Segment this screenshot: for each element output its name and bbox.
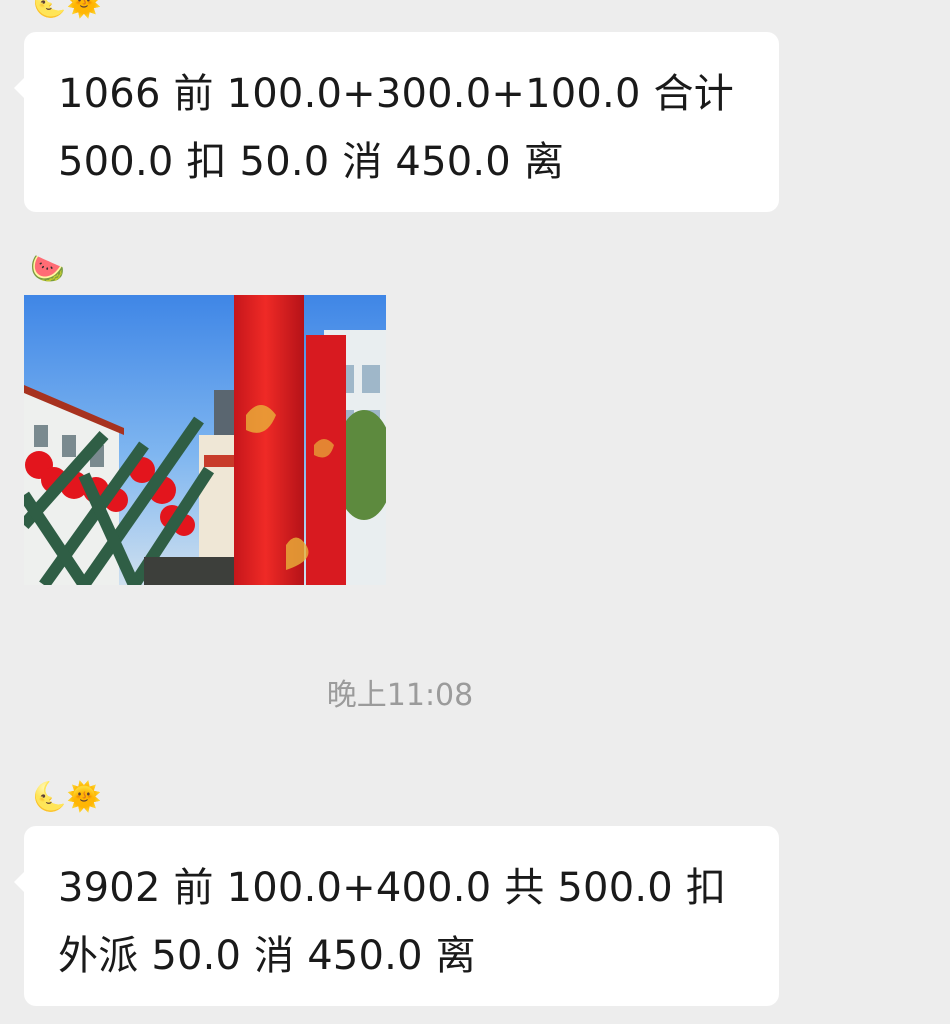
festival-street-photo[interactable]	[24, 295, 386, 585]
message-bubble[interactable]: 3902 前 100.0+400.0 共 500.0 扣 外派 50.0 消 4…	[14, 826, 779, 1006]
chat-screen: 🌜🌞 1066 前 100.0+300.0+100.0 合计 500.0 扣 5…	[0, 0, 950, 1024]
sender-emoji-moon-sun[interactable]: 🌜🌞	[32, 780, 102, 814]
message-bubble[interactable]: 1066 前 100.0+300.0+100.0 合计 500.0 扣 50.0…	[14, 32, 779, 212]
message-text-line: 外派 50.0 消 450.0 离	[58, 933, 476, 979]
sender-emoji-watermelon[interactable]: 🍉	[30, 252, 65, 286]
message-timestamp: 晚上11:08	[326, 678, 474, 713]
photo-image	[24, 295, 386, 585]
sender-emoji-moon-sun[interactable]: 🌜🌞	[32, 0, 102, 20]
message-text-line: 3902 前 100.0+400.0 共 500.0 扣	[58, 865, 727, 911]
message-text-line: 500.0 扣 50.0 消 450.0 离	[58, 139, 565, 185]
message-text-line: 1066 前 100.0+300.0+100.0 合计	[58, 71, 734, 117]
